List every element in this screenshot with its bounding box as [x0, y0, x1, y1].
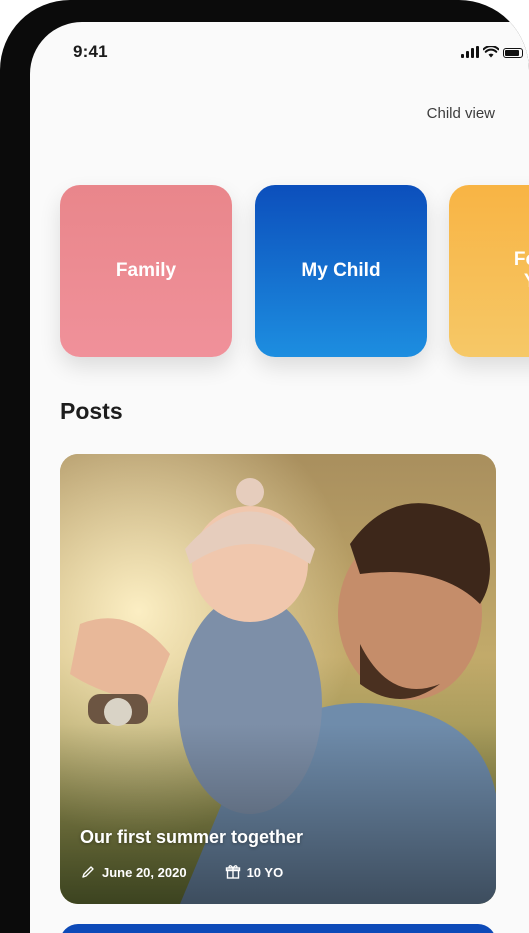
post-title: Our first summer together — [80, 827, 304, 847]
post-meta: June 20, 2020 10 YO — [80, 864, 283, 880]
category-label: Forn Ye — [513, 249, 529, 292]
phone-frame: 9:41 Child view Family My Child Forn Ye — [0, 0, 529, 933]
pencil-icon — [82, 866, 94, 878]
app-screen: 9:41 Child view Family My Child Forn Ye — [30, 22, 529, 933]
status-icons — [461, 46, 523, 58]
post-card[interactable]: Our first summer together June 20, 2020 … — [60, 454, 496, 904]
post-date: June 20, 2020 — [102, 864, 187, 880]
category-label: Family — [115, 260, 177, 281]
category-card-my-child[interactable]: My Child — [255, 185, 427, 357]
child-view-link[interactable]: Child view — [427, 105, 495, 122]
battery-icon — [503, 48, 523, 58]
post-card-next[interactable] — [60, 924, 496, 933]
status-time: 9:41 — [73, 42, 108, 61]
category-label: My Child — [301, 260, 381, 281]
category-card-third[interactable]: Forn Ye — [449, 185, 529, 357]
section-title-posts: Posts — [60, 398, 123, 424]
post-age: 10 YO — [246, 864, 284, 880]
signal-icon — [461, 46, 479, 58]
wifi-icon — [483, 46, 499, 58]
gift-icon — [225, 865, 240, 879]
category-card-family[interactable]: Family — [60, 185, 232, 357]
